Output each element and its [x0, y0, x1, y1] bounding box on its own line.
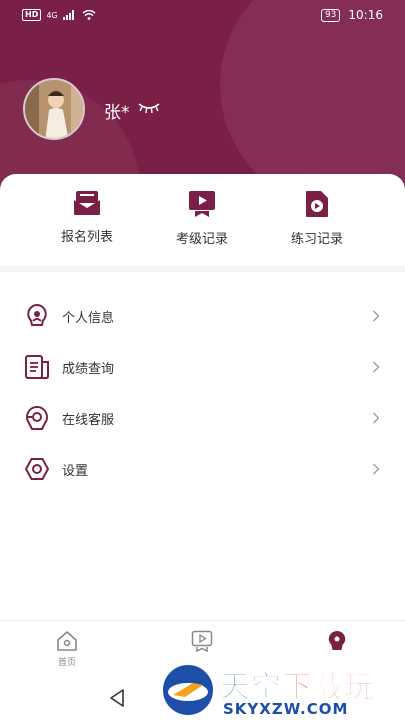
user-bulb-icon [27, 303, 47, 326]
video-tab-icon [191, 630, 213, 652]
tab-video[interactable] [162, 630, 242, 652]
menu-item-personal-info[interactable]: 个人信息 [0, 290, 405, 342]
menu-item-label: 成绩查询 [62, 361, 115, 377]
section-divider [0, 266, 405, 272]
video-record-icon [189, 191, 215, 217]
menu-item-label: 设置 [62, 463, 89, 479]
envelope-icon [74, 191, 100, 215]
menu-item-settings[interactable]: 设置 [0, 443, 405, 495]
hd-badge: HD [22, 9, 42, 21]
quick-action-registration-list[interactable]: 报名列表 [27, 190, 147, 245]
profile-tab-icon [328, 630, 346, 650]
back-triangle-icon[interactable] [108, 688, 126, 708]
hexagon-settings-icon [24, 458, 50, 480]
tab-label: 首页 [57, 658, 76, 668]
decorative-circle [220, 0, 405, 200]
play-document-icon [306, 191, 328, 217]
home-icon [57, 631, 77, 651]
profile-header: HD 4G 93 10:16 张* [0, 0, 405, 200]
wifi-icon [82, 10, 96, 20]
chevron-right-icon [373, 310, 380, 322]
avatar[interactable] [23, 78, 85, 140]
watermark: 天空下载玩 SKYXZW.COM [160, 660, 405, 720]
menu-item-label: 在线客服 [62, 412, 115, 428]
username: 张* [104, 103, 130, 123]
clock: 10:16 [348, 8, 383, 22]
menu-item-online-support[interactable]: 在线客服 [0, 392, 405, 444]
watermark-logo [160, 662, 216, 718]
quick-actions-card: 报名列表 考级记录 练习记录 [0, 174, 405, 270]
chevron-right-icon [373, 463, 380, 475]
headset-icon [26, 405, 48, 430]
tab-profile[interactable] [297, 630, 377, 652]
chevron-right-icon [373, 361, 380, 373]
tab-home[interactable]: 首页 [27, 630, 107, 668]
tabbar-divider [0, 620, 405, 621]
watermark-subtitle: SKYXZW.COM [223, 700, 349, 718]
quick-action-label: 报名列表 [60, 230, 113, 245]
quick-action-exam-records[interactable]: 考级记录 [142, 190, 262, 247]
quick-action-label: 考级记录 [175, 232, 228, 247]
status-bar: HD 4G 93 10:16 [0, 0, 405, 30]
menu-item-label: 个人信息 [62, 310, 115, 326]
battery-indicator: 93 [320, 8, 341, 22]
quick-action-practice-records[interactable]: 练习记录 [257, 190, 377, 247]
chevron-right-icon [373, 412, 380, 424]
document-list-icon [25, 355, 49, 379]
eye-closed-icon[interactable] [137, 100, 161, 114]
signal-icon [62, 10, 74, 20]
quick-action-label: 练习记录 [290, 232, 343, 247]
menu-item-score-query[interactable]: 成绩查询 [0, 341, 405, 393]
network-type: 4G [46, 10, 58, 20]
